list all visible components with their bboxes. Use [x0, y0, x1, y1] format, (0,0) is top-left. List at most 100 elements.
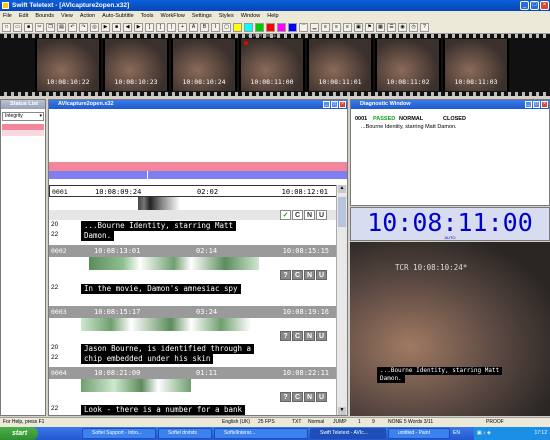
close-icon[interactable]: ×	[541, 101, 548, 108]
copy-icon[interactable]: ❐	[46, 22, 55, 32]
tray-shield-icon[interactable]: ◈	[487, 430, 491, 436]
scroll-thumb[interactable]	[338, 197, 346, 227]
qc-n-button[interactable]: N	[304, 210, 315, 220]
filmstrip[interactable]: -SATNEM MARKET- 10:08:10:22 10:08:10:23 …	[0, 34, 550, 96]
forward-icon[interactable]: ▶	[134, 22, 143, 32]
timecode-out[interactable]: 10:08:19:16	[283, 306, 329, 318]
film-frame[interactable]: 10:08:10:24	[171, 39, 237, 91]
editor-scrollbar[interactable]: ▲ ▼	[336, 185, 347, 415]
timeline-blue-bar[interactable]	[49, 171, 347, 179]
position-bottom-icon[interactable]: ▁	[310, 22, 319, 32]
restore-icon[interactable]: □	[331, 101, 338, 108]
qc-u-button[interactable]: U	[316, 210, 327, 220]
close-button[interactable]: ×	[540, 1, 549, 10]
subtitle-row-header[interactable]: 0002 10:08:13:01 02:14 10:08:15:15	[49, 245, 347, 257]
align-center-icon[interactable]: ≡	[332, 22, 341, 32]
qc-c-button[interactable]: C	[292, 392, 303, 402]
timecode-out[interactable]: 10:08:15:15	[283, 245, 329, 257]
box-icon[interactable]: ▣	[354, 22, 363, 32]
timecode-out[interactable]: 10:08:22:11	[283, 367, 329, 379]
maximize-button[interactable]: □	[530, 1, 539, 10]
align-right-icon[interactable]: ≡	[343, 22, 352, 32]
tray-volume-icon[interactable]: ♪	[483, 430, 486, 436]
timecode-in[interactable]: 10:08:21:00	[94, 367, 140, 379]
color-white-icon[interactable]: ▢	[222, 22, 231, 32]
start-button[interactable]: start	[0, 427, 38, 440]
film-frame[interactable]: 10:08:11:01	[307, 39, 373, 91]
menu-styles[interactable]: Styles	[219, 13, 234, 19]
taskbar-item[interactable]: Softel drvtsts	[158, 428, 212, 439]
film-frame[interactable]: 10:08:10:23	[103, 39, 169, 91]
qc-passed-icon[interactable]: ✓	[280, 210, 291, 220]
subtitle-line[interactable]: Jason Bourne, is identified through a	[81, 344, 255, 354]
qc-unknown-icon[interactable]: ?	[280, 392, 291, 402]
menu-edit[interactable]: Edit	[19, 13, 28, 19]
color-magenta-icon[interactable]	[277, 22, 286, 32]
menu-tools[interactable]: Tools	[141, 13, 154, 19]
menu-view[interactable]: View	[61, 13, 73, 19]
taskbar-item[interactable]: SoftelInterar...	[214, 428, 308, 439]
preview-icon[interactable]: ◉	[398, 22, 407, 32]
timecode-out[interactable]: 10:08:12:01	[282, 186, 328, 198]
qc-n-button[interactable]: N	[304, 270, 315, 280]
qc-c-button[interactable]: C	[292, 210, 303, 220]
qc-u-button[interactable]: U	[316, 331, 327, 341]
mark-in-icon[interactable]: [	[145, 22, 154, 32]
cut-icon[interactable]: ✂	[35, 22, 44, 32]
film-frame[interactable]: 10:08:11:02	[375, 39, 441, 91]
status-item[interactable]	[2, 130, 44, 136]
subtitle-row-header[interactable]: 0001 10:08:09:24 02:02 10:08:12:01	[49, 185, 347, 197]
close-icon[interactable]: ×	[339, 101, 346, 108]
qc-u-button[interactable]: U	[316, 392, 327, 402]
play-icon[interactable]: ▶	[101, 22, 110, 32]
align-left-icon[interactable]: ≡	[321, 22, 330, 32]
help-icon[interactable]: ?	[420, 22, 429, 32]
playhead-marker[interactable]	[147, 171, 148, 179]
spell-check-icon[interactable]: A	[189, 22, 198, 32]
taskbar-item[interactable]: untitled - Paint	[388, 428, 450, 439]
timecode-in[interactable]: 10:08:15:17	[94, 306, 140, 318]
mark-out-icon[interactable]: ]	[156, 22, 165, 32]
qc-u-button[interactable]: U	[316, 270, 327, 280]
timecode-in[interactable]: 10:08:13:01	[94, 245, 140, 257]
restore-icon[interactable]: □	[533, 101, 540, 108]
open-folder-icon[interactable]: ▭	[13, 22, 22, 32]
split-icon[interactable]: |	[167, 22, 176, 32]
new-file-icon[interactable]: □	[2, 22, 11, 32]
menu-window[interactable]: Window	[241, 13, 261, 19]
menu-help[interactable]: Help	[267, 13, 278, 19]
save-icon[interactable]: ■	[24, 22, 33, 32]
timer-icon[interactable]: ◷	[409, 22, 418, 32]
menu-workflow[interactable]: WorkFlow	[160, 13, 184, 19]
subtitle-line[interactable]: In the movie, Damon's amnesiac spy	[81, 284, 241, 294]
subtitle-row-header[interactable]: 0003 10:08:15:17 03:24 10:08:19:16	[49, 306, 347, 318]
color-yellow-icon[interactable]	[233, 22, 242, 32]
subtitle-line[interactable]: Damon.	[81, 231, 115, 241]
menu-file[interactable]: File	[3, 13, 12, 19]
taskbar-item[interactable]: Softel Support - Inbo...	[82, 428, 156, 439]
taskbar-item-active[interactable]: Swift Teletext - AVIc...	[310, 428, 386, 439]
find-icon[interactable]: ◎	[90, 22, 99, 32]
color-red-icon[interactable]	[266, 22, 275, 32]
scroll-up-icon[interactable]: ▲	[338, 185, 346, 193]
minimize-button[interactable]: _	[520, 1, 529, 10]
list-icon[interactable]: ☰	[387, 22, 396, 32]
flag-icon[interactable]: ⚑	[365, 22, 374, 32]
subtitle-row-header[interactable]: 0004 10:08:21:00 01:11 10:08:22:11	[49, 367, 347, 379]
qc-n-button[interactable]: N	[304, 331, 315, 341]
minimize-icon[interactable]: _	[323, 101, 330, 108]
redo-icon[interactable]: ↷	[79, 22, 88, 32]
color-cyan-icon[interactable]	[244, 22, 253, 32]
subtitle-line[interactable]: Look - there is a number for a bank	[81, 405, 246, 415]
bold-icon[interactable]: B	[200, 22, 209, 32]
menu-auto-subtitle[interactable]: Auto-Subtitle	[102, 13, 134, 19]
video-preview[interactable]: TCR 10:08:10:24* ...Bourne Identity, sta…	[350, 242, 550, 416]
color-green-icon[interactable]	[255, 22, 264, 32]
undo-icon[interactable]: ↶	[68, 22, 77, 32]
italic-icon[interactable]: I	[211, 22, 220, 32]
rewind-icon[interactable]: ◀	[123, 22, 132, 32]
tray-network-icon[interactable]: ▣	[477, 430, 482, 436]
paste-icon[interactable]: ▤	[57, 22, 66, 32]
menu-bounds[interactable]: Bounds	[35, 13, 54, 19]
stop-icon[interactable]: ■	[112, 22, 121, 32]
